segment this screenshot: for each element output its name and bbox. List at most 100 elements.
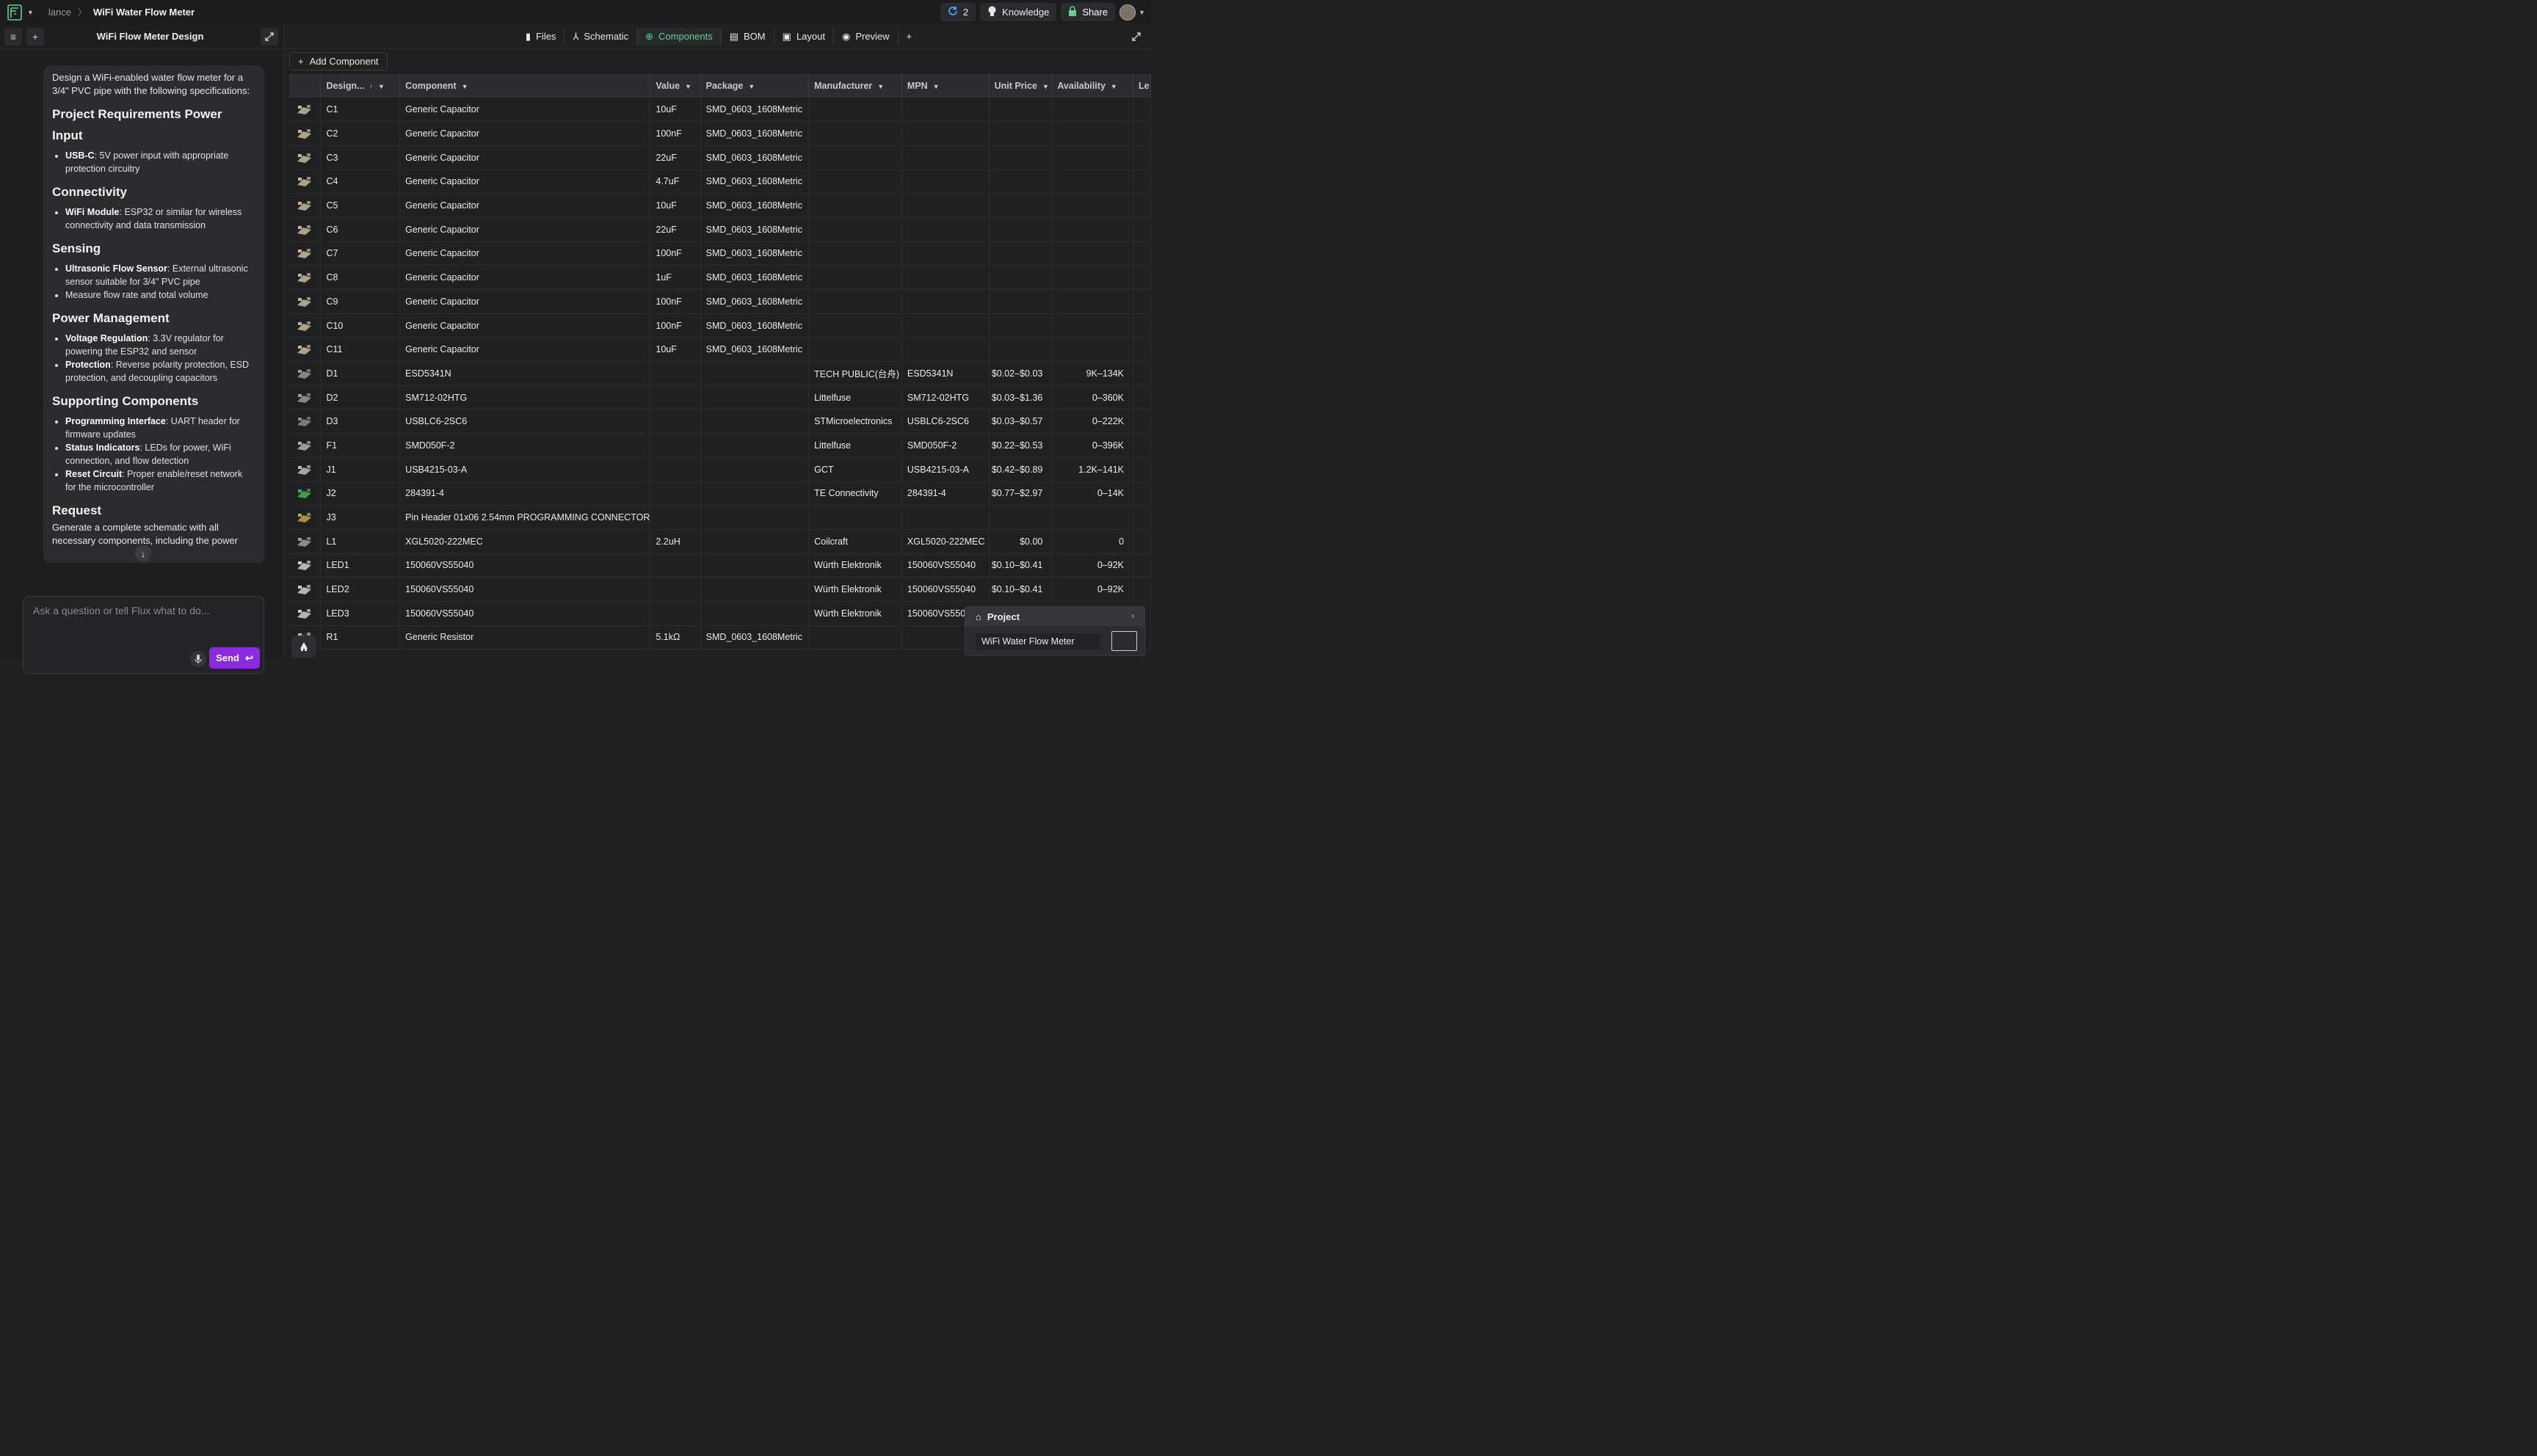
cell-component[interactable]: Generic Capacitor — [399, 337, 651, 363]
tab-files[interactable]: ▮ Files — [518, 27, 565, 46]
cell-availability[interactable] — [1051, 170, 1134, 194]
cell-package[interactable] — [700, 553, 810, 578]
cell-value[interactable] — [650, 505, 701, 530]
cell-availability[interactable]: 1.2K–141K — [1051, 457, 1134, 482]
cell-unit-price[interactable]: $0.00 — [989, 529, 1053, 554]
cell-package[interactable]: SMD_0603_1608Metric — [700, 170, 810, 194]
cell-lead[interactable] — [1133, 529, 1151, 554]
cell-package[interactable]: SMD_0603_1608Metric — [700, 337, 810, 363]
cell-package[interactable]: SMD_0603_1608Metric — [700, 241, 810, 266]
cell-package[interactable]: SMD_0603_1608Metric — [700, 193, 810, 218]
cell-lead[interactable] — [1133, 121, 1151, 146]
cell-package[interactable]: SMD_0603_1608Metric — [700, 289, 810, 314]
cell-mpn[interactable]: SMD050F-2 — [901, 433, 990, 458]
cell-availability[interactable] — [1051, 193, 1134, 218]
cell-mpn[interactable]: USB4215-03-A — [901, 457, 990, 482]
column-menu-chevron-icon[interactable]: ▼ — [685, 83, 692, 90]
table-row[interactable]: D2 SM712-02HTG Littelfuse SM712-02HTG $0.03–… — [289, 385, 1151, 410]
cell-availability[interactable] — [1051, 121, 1134, 146]
cell-component[interactable]: 150060VS55040 — [399, 577, 651, 602]
cell-availability[interactable]: 0 — [1051, 529, 1134, 554]
column-menu-chevron-icon[interactable]: ▼ — [933, 83, 940, 90]
cell-mpn[interactable] — [901, 121, 990, 146]
cell-mpn[interactable]: USBLC6-2SC6 — [901, 409, 990, 434]
table-row[interactable]: C5 Generic Capacitor 10uF SMD_0603_1608Metr… — [289, 193, 1151, 218]
cell-value[interactable]: 1uF — [650, 265, 701, 290]
cell-designator[interactable]: C7 — [320, 241, 401, 266]
column-menu-chevron-icon[interactable]: ▼ — [462, 83, 468, 90]
cell-package[interactable]: SMD_0603_1608Metric — [700, 313, 810, 338]
cell-manufacturer[interactable]: STMicroelectronics — [808, 409, 902, 434]
table-row[interactable]: D3 USBLC6-2SC6 STMicroelectronics USBLC6-2S… — [289, 409, 1151, 434]
cell-component[interactable]: SM712-02HTG — [399, 385, 651, 410]
cell-value[interactable] — [650, 553, 701, 578]
cell-value[interactable] — [650, 385, 701, 410]
cell-manufacturer[interactable] — [808, 145, 902, 170]
cell-component[interactable]: Generic Resistor — [399, 625, 651, 650]
cell-component[interactable]: SMD050F-2 — [399, 433, 651, 458]
cell-manufacturer[interactable]: Würth Elektronik — [808, 601, 902, 626]
cell-designator[interactable]: LED1 — [320, 553, 401, 578]
cell-value[interactable] — [650, 457, 701, 482]
cell-availability[interactable] — [1051, 337, 1134, 363]
table-row[interactable]: J2 284391-4 TE Connectivity 284391-4 $0.77–$… — [289, 481, 1151, 506]
cell-package[interactable] — [700, 409, 810, 434]
component-thumbnail[interactable] — [289, 98, 322, 123]
column-header-lead[interactable]: Le — [1133, 74, 1151, 98]
column-header-designator[interactable]: Design... ↑ ▼ — [320, 74, 401, 98]
user-avatar[interactable] — [1119, 4, 1136, 21]
cell-designator[interactable]: C6 — [320, 217, 401, 242]
logo-menu-chevron-icon[interactable]: ▼ — [27, 9, 34, 16]
cell-lead[interactable] — [1133, 170, 1151, 194]
cell-designator[interactable]: L1 — [320, 529, 401, 554]
cell-designator[interactable]: F1 — [320, 433, 401, 458]
table-row[interactable]: LED2 150060VS55040 Würth Elektronik 150060V… — [289, 577, 1151, 602]
table-row[interactable]: C7 Generic Capacitor 100nF SMD_0603_1608Met… — [289, 241, 1151, 266]
cell-manufacturer[interactable]: Coilcraft — [808, 529, 902, 554]
cell-unit-price[interactable] — [989, 193, 1053, 218]
cell-component[interactable]: Pin Header 01x06 2.54mm PROGRAMMING CONN… — [399, 505, 651, 530]
cell-mpn[interactable] — [901, 193, 990, 218]
cell-mpn[interactable]: 150060VS55040 — [901, 553, 990, 578]
table-row[interactable]: C8 Generic Capacitor 1uF SMD_0603_1608Metri… — [289, 265, 1151, 290]
cell-mpn[interactable] — [901, 313, 990, 338]
cell-package[interactable]: SMD_0603_1608Metric — [700, 121, 810, 146]
component-thumbnail[interactable] — [289, 505, 322, 530]
component-thumbnail[interactable] — [289, 601, 322, 626]
cell-manufacturer[interactable]: Würth Elektronik — [808, 577, 902, 602]
cell-designator[interactable]: LED2 — [320, 577, 401, 602]
column-header-manufacturer[interactable]: Manufacturer ▼ — [808, 74, 902, 98]
expand-icon[interactable] — [261, 27, 278, 46]
cell-value[interactable]: 10uF — [650, 193, 701, 218]
cell-unit-price[interactable]: $0.10–$0.41 — [989, 553, 1053, 578]
cell-package[interactable] — [700, 481, 810, 506]
column-header-mpn[interactable]: MPN ▼ — [901, 74, 990, 98]
column-header-availability[interactable]: Availability ▼ — [1051, 74, 1134, 98]
cell-component[interactable]: USBLC6-2SC6 — [399, 409, 651, 434]
table-row[interactable]: L1 XGL5020-222MEC 2.2uH Coilcraft XGL5020-22… — [289, 529, 1151, 554]
knowledge-button[interactable]: Knowledge — [980, 3, 1057, 21]
cell-mpn[interactable] — [901, 145, 990, 170]
cell-manufacturer[interactable]: Littelfuse — [808, 433, 902, 458]
cell-manufacturer[interactable] — [808, 313, 902, 338]
project-panel-header[interactable]: ⌂ Project — [965, 607, 1144, 626]
cell-unit-price[interactable] — [989, 241, 1053, 266]
cell-unit-price[interactable]: $0.10–$0.41 — [989, 577, 1053, 602]
cell-package[interactable] — [700, 601, 810, 626]
cell-mpn[interactable] — [901, 98, 990, 123]
component-thumbnail[interactable] — [289, 289, 322, 314]
cell-value[interactable] — [650, 409, 701, 434]
cell-manufacturer[interactable]: Würth Elektronik — [808, 553, 902, 578]
cell-package[interactable]: SMD_0603_1608Metric — [700, 217, 810, 242]
cell-package[interactable] — [700, 505, 810, 530]
component-thumbnail[interactable] — [289, 145, 322, 170]
project-panel[interactable]: ⌂ Project › WiFi Water Flow Meter — [965, 606, 1145, 656]
cell-component[interactable]: Generic Capacitor — [399, 98, 651, 123]
cell-value[interactable] — [650, 361, 701, 386]
cell-manufacturer[interactable] — [808, 98, 902, 123]
cell-lead[interactable] — [1133, 481, 1151, 506]
cell-designator[interactable]: D1 — [320, 361, 401, 386]
microphone-icon[interactable] — [190, 651, 206, 667]
cell-designator[interactable]: D2 — [320, 385, 401, 410]
cell-component[interactable]: 150060VS55040 — [399, 601, 651, 626]
